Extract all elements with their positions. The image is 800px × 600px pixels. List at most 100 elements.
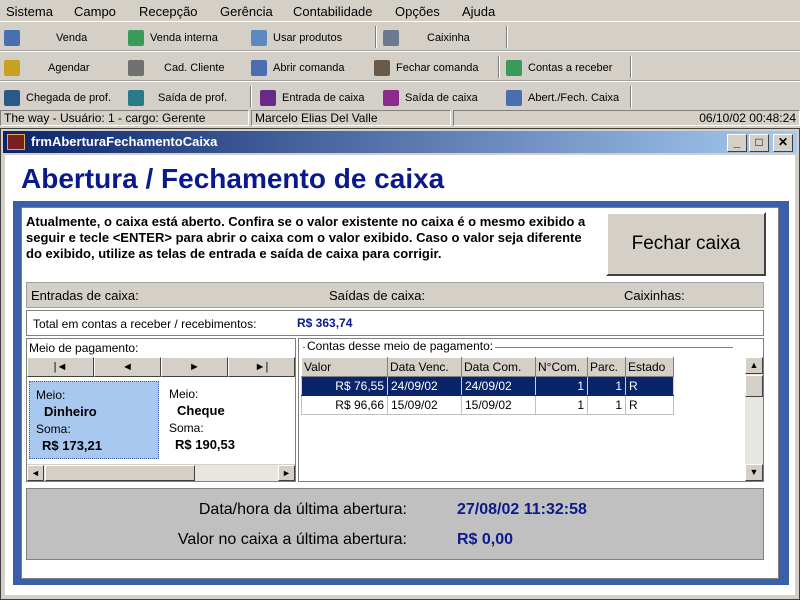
caixinhas-label: Caixinhas: xyxy=(624,288,685,303)
col-data-venc[interactable]: Data Venc. xyxy=(387,357,462,377)
accounts-box: Contas desse meio de pagamento: Valor Da… xyxy=(298,338,764,482)
payment-card-dinheiro[interactable]: Meio: Dinheiro Soma: R$ 173,21 xyxy=(29,381,159,459)
menu-recepcao[interactable]: Recepção xyxy=(139,4,198,19)
cash-out-icon xyxy=(383,90,399,106)
last-opening-summary: Data/hora da última abertura: 27/08/02 1… xyxy=(26,488,764,560)
toolbar-row-2: Agendar Cad. Cliente Abrir comanda Fecha… xyxy=(0,51,800,81)
toolbar-row-1: Venda Venda interna Usar produtos Caixin… xyxy=(0,21,800,51)
menu-bar: Sistema Campo Recepção Gerência Contabil… xyxy=(0,0,800,22)
toolbar-separator xyxy=(250,86,252,108)
nav-last-button[interactable]: ►| xyxy=(228,357,295,377)
caixinha-button[interactable]: Caixinha xyxy=(383,28,470,48)
menu-gerencia[interactable]: Gerência xyxy=(220,4,273,19)
col-data-com[interactable]: Data Com. xyxy=(461,357,536,377)
status-datetime: 06/10/02 00:48:24 xyxy=(453,110,800,126)
venda-interna-button[interactable]: Venda interna xyxy=(128,28,218,48)
table-header-row: Valor Data Venc. Data Com. N°Com. Parc. … xyxy=(301,357,674,377)
menu-ajuda[interactable]: Ajuda xyxy=(462,4,495,19)
abert-fech-caixa-button[interactable]: Abert./Fech. Caixa xyxy=(506,88,619,108)
toolbar-row-3: Chegada de prof. Saída de prof. Entrada … xyxy=(0,81,800,111)
table-row[interactable]: R$ 76,55 24/09/02 24/09/02 1 1 R xyxy=(301,376,674,396)
arrival-icon xyxy=(4,90,20,106)
saida-prof-button[interactable]: Saída de prof. xyxy=(128,88,227,108)
sale-icon xyxy=(4,30,20,46)
cash-register-icon xyxy=(506,90,522,106)
accounts-table: Valor Data Venc. Data Com. N°Com. Parc. … xyxy=(301,357,674,415)
client-register-icon xyxy=(128,60,144,76)
scroll-down-icon[interactable]: ▼ xyxy=(745,464,763,481)
col-estado[interactable]: Estado xyxy=(625,357,674,377)
chegada-prof-button[interactable]: Chegada de prof. xyxy=(4,88,111,108)
payment-method-name: Cheque xyxy=(177,403,225,418)
cad-cliente-button[interactable]: Cad. Cliente xyxy=(128,58,225,78)
venda-button[interactable]: Venda xyxy=(4,28,87,48)
receivables-icon xyxy=(506,60,522,76)
nav-next-button[interactable]: ► xyxy=(161,357,228,377)
horizontal-scrollbar[interactable]: ◄ ► xyxy=(27,464,295,481)
payment-method-sum: R$ 190,53 xyxy=(175,437,235,452)
scroll-right-icon[interactable]: ► xyxy=(278,465,295,481)
accounts-caption: Contas desse meio de pagamento: xyxy=(305,339,496,353)
internal-sale-icon xyxy=(128,30,144,46)
page-title: Abertura / Fechamento de caixa xyxy=(21,163,445,194)
total-label: Total em contas a receber / recebimentos… xyxy=(33,317,257,331)
toolbar-separator xyxy=(630,86,632,108)
entradas-label: Entradas de caixa: xyxy=(31,288,139,303)
table-row[interactable]: R$ 96,66 15/09/02 15/09/02 1 1 R xyxy=(301,395,674,415)
fechar-caixa-button[interactable]: Fechar caixa xyxy=(606,212,766,276)
col-valor[interactable]: Valor xyxy=(301,357,388,377)
col-parc[interactable]: Parc. xyxy=(587,357,626,377)
toolbar-separator xyxy=(375,26,377,48)
cash-at-open-value: R$ 0,00 xyxy=(457,531,514,548)
last-open-value: 27/08/02 11:32:58 xyxy=(457,501,587,518)
payment-method-caption: Meio de pagamento: xyxy=(29,341,139,355)
abrir-comanda-button[interactable]: Abrir comanda xyxy=(251,58,345,78)
scroll-left-icon[interactable]: ◄ xyxy=(27,465,44,481)
usar-produtos-button[interactable]: Usar produtos xyxy=(251,28,342,48)
cash-at-open-label: Valor no caixa a última abertura: xyxy=(177,531,407,548)
status-user: Marcelo Elias Del Valle xyxy=(251,110,451,126)
fechar-comanda-button[interactable]: Fechar comanda xyxy=(374,58,479,78)
toolbar-separator xyxy=(630,56,632,78)
agendar-button[interactable]: Agendar xyxy=(4,58,90,78)
saidas-label: Saídas de caixa: xyxy=(329,288,426,303)
total-value: R$ 363,74 xyxy=(297,316,353,330)
menu-sistema[interactable]: Sistema xyxy=(6,4,53,19)
menu-contabilidade[interactable]: Contabilidade xyxy=(293,4,373,19)
payment-card-cheque[interactable]: Meio: Cheque Soma: R$ 190,53 xyxy=(163,381,293,459)
last-open-label: Data/hora da última abertura: xyxy=(198,501,407,518)
col-ncom[interactable]: N°Com. xyxy=(535,357,588,377)
scroll-thumb[interactable] xyxy=(745,375,763,397)
menu-opcoes[interactable]: Opções xyxy=(395,4,440,19)
tip-box-icon xyxy=(383,30,399,46)
cash-movements-bar: Entradas de caixa: Saídas de caixa: Caix… xyxy=(26,282,764,308)
app-icon xyxy=(7,134,25,150)
window-title-bar[interactable]: frmAberturaFechamentoCaixa _ □ ✕ xyxy=(3,131,797,153)
form-panel: Atualmente, o caixa está aberto. Confira… xyxy=(21,207,779,579)
status-bar: The way - Usuário: 1 - cargo: Gerente Ma… xyxy=(0,109,800,127)
products-icon xyxy=(251,30,267,46)
scroll-up-icon[interactable]: ▲ xyxy=(745,357,763,374)
saida-caixa-button[interactable]: Saída de caixa xyxy=(383,88,478,108)
scroll-thumb[interactable] xyxy=(45,465,195,481)
form-client-area: Abertura / Fechamento de caixa Atualment… xyxy=(5,155,795,595)
nav-prev-button[interactable]: ◄ xyxy=(94,357,161,377)
instruction-text: Atualmente, o caixa está aberto. Confira… xyxy=(26,214,586,261)
form-frame: Atualmente, o caixa está aberto. Confira… xyxy=(13,201,789,585)
entrada-caixa-button[interactable]: Entrada de caixa xyxy=(260,88,365,108)
maximize-button[interactable]: □ xyxy=(749,134,769,152)
departure-icon xyxy=(128,90,144,106)
payment-method-name: Dinheiro xyxy=(44,404,97,419)
cash-register-window: frmAberturaFechamentoCaixa _ □ ✕ Abertur… xyxy=(0,128,800,600)
menu-campo[interactable]: Campo xyxy=(74,4,116,19)
contas-a-receber-button[interactable]: Contas a receber xyxy=(506,58,612,78)
toolbar-separator xyxy=(506,26,508,48)
close-button[interactable]: ✕ xyxy=(773,134,793,152)
close-order-icon xyxy=(374,60,390,76)
vertical-scrollbar[interactable]: ▲ ▼ xyxy=(745,357,763,481)
window-title: frmAberturaFechamentoCaixa xyxy=(31,134,218,149)
status-company: The way - Usuário: 1 - cargo: Gerente xyxy=(0,110,249,126)
nav-first-button[interactable]: |◄ xyxy=(27,357,94,377)
total-receivables-bar: Total em contas a receber / recebimentos… xyxy=(26,310,764,336)
minimize-button[interactable]: _ xyxy=(727,134,747,152)
